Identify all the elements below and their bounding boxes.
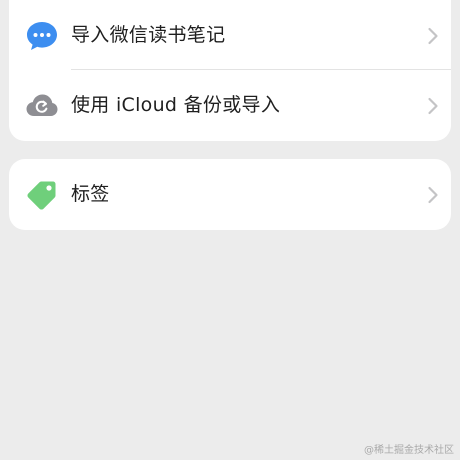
import-wechat-notes-label: 导入微信读书笔记 [71, 24, 226, 46]
settings-card-tags: 标签 [9, 159, 451, 230]
icloud-backup-row[interactable]: 使用 iCloud 备份或导入 [9, 70, 451, 140]
chevron-right-icon [428, 186, 438, 204]
import-wechat-notes-row[interactable]: 导入微信读书笔记 [9, 0, 451, 70]
tags-label: 标签 [71, 183, 110, 205]
chevron-right-icon [428, 27, 438, 45]
icloud-backup-label: 使用 iCloud 备份或导入 [71, 94, 281, 116]
chevron-right-icon [428, 97, 438, 115]
watermark-text: @稀土掘金技术社区 [364, 445, 454, 456]
chat-bubble-icon [27, 22, 57, 50]
tags-row[interactable]: 标签 [9, 159, 451, 229]
tag-icon [27, 181, 56, 210]
settings-card-import: 导入微信读书笔记 使用 iCloud 备份或导入 [9, 0, 451, 141]
cloud-sync-icon [26, 94, 58, 116]
